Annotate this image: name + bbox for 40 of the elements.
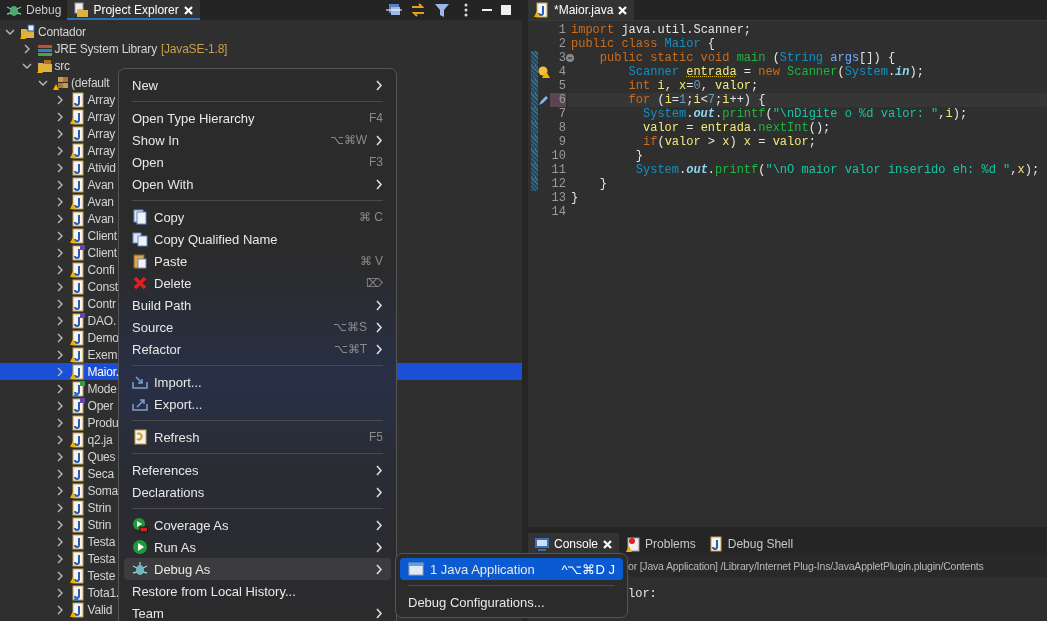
line-number: 5 — [557, 79, 566, 93]
line-number: 6 — [550, 93, 566, 107]
code-line: public class Maior { — [571, 37, 716, 51]
code-line: System.out.printf("\nO maior valor inserido eh: %d ",x); — [634, 163, 1040, 177]
shortcut-label: ⌥⌘S — [333, 320, 367, 334]
line-number: 9 — [557, 135, 566, 149]
shortcut-label: ⌘ C — [359, 210, 383, 224]
library-version: [JavaSE-1.8] — [160, 41, 228, 56]
line-number: 12 — [550, 177, 566, 191]
shortcut-label: ⌦ — [366, 276, 383, 290]
line-number: 7 — [557, 107, 566, 121]
code-line: } — [598, 177, 607, 191]
line-number: 10 — [550, 149, 566, 163]
console-output: lor: — [628, 587, 657, 601]
code-line: valor = entrada.nextInt(); — [642, 121, 831, 135]
line-number: 14 — [550, 205, 566, 219]
code-line: } — [634, 149, 643, 163]
shortcut-label: F4 — [369, 111, 383, 125]
line-number: 1 — [557, 23, 566, 37]
code-line: System.out.printf("\nDigite o %d valor: ",i); — [642, 107, 968, 121]
line-number: 13 — [550, 191, 566, 205]
shortcut-label: F5 — [369, 430, 383, 444]
shortcut-label: ⌥⌘W — [329, 133, 367, 147]
code-line: import java.util.Scanner; — [571, 23, 752, 37]
line-number: 8 — [557, 121, 566, 135]
line-number: 2 — [557, 37, 566, 51]
code-line: for (i=1;i<7;i++) { — [627, 93, 766, 107]
code-line: public static void main (String args[]) { — [598, 51, 896, 65]
code-line: } — [571, 191, 579, 205]
shortcut-label: ⌘ V — [359, 254, 383, 268]
code-line: Scanner entrada = new Scanner(System.in); — [627, 65, 924, 79]
line-number: 11 — [550, 163, 566, 177]
console-description: or [Java Application] /Library/Internet Plug-Ins/JavaAppletPlugin.plugin/Contents — [628, 560, 984, 572]
shortcut-label: F3 — [369, 155, 383, 169]
line-number: 3 — [557, 51, 566, 65]
line-number: 4 — [557, 65, 566, 79]
code-line: if(valor > x) x = valor; — [642, 135, 816, 149]
code-line: int i, x=0, valor; — [627, 79, 759, 93]
shortcut-label: ^⌥⌘D J — [560, 561, 615, 577]
shortcut-label: ⌥⌘T — [333, 342, 367, 356]
